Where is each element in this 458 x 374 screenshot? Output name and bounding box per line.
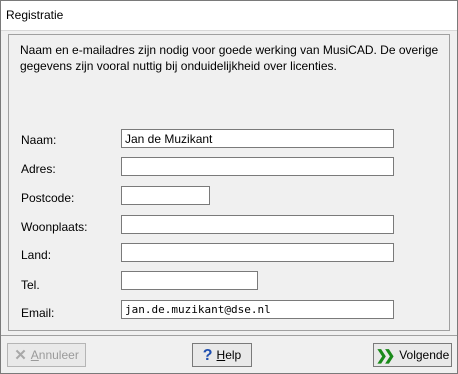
help-button[interactable]: ? Help (192, 343, 252, 367)
tel-input[interactable] (121, 271, 258, 290)
help-label: Help (216, 348, 242, 362)
button-divider (1, 335, 457, 336)
annuleer-button[interactable]: ✕ Annuleer (7, 343, 86, 367)
land-input[interactable] (121, 243, 394, 262)
postcode-input[interactable] (121, 186, 210, 205)
window-title: Registratie (6, 8, 64, 22)
title-bar: Registratie (1, 1, 457, 31)
adres-label: Adres: (21, 162, 56, 176)
email-input[interactable]: jan.de.muzikant@dse.nl (121, 300, 394, 319)
registration-dialog: Registratie Naam en e-mailadres zijn nod… (0, 0, 458, 374)
adres-input[interactable] (121, 157, 394, 176)
double-chevron-right-icon: ❯❯ (375, 346, 396, 363)
woonplaats-input[interactable] (121, 215, 394, 234)
naam-input[interactable]: Jan de Muzikant (121, 129, 394, 148)
woonplaats-label: Woonplaats: (21, 220, 88, 234)
intro-text: Naam en e-mailadres zijn nodig voor goed… (20, 43, 439, 73)
naam-label: Naam: (21, 133, 57, 147)
tel-label: Tel. (21, 278, 40, 292)
question-icon: ? (202, 346, 213, 364)
annuleer-label: Annuleer (30, 348, 79, 362)
email-label: Email: (21, 306, 55, 320)
postcode-label: Postcode: (21, 191, 75, 205)
volgende-button[interactable]: ❯❯ Volgende (373, 343, 452, 367)
land-label: Land: (21, 248, 52, 262)
volgende-label: Volgende (399, 348, 450, 362)
x-icon: ✕ (14, 346, 27, 364)
form-panel: Naam en e-mailadres zijn nodig voor goed… (8, 34, 450, 331)
